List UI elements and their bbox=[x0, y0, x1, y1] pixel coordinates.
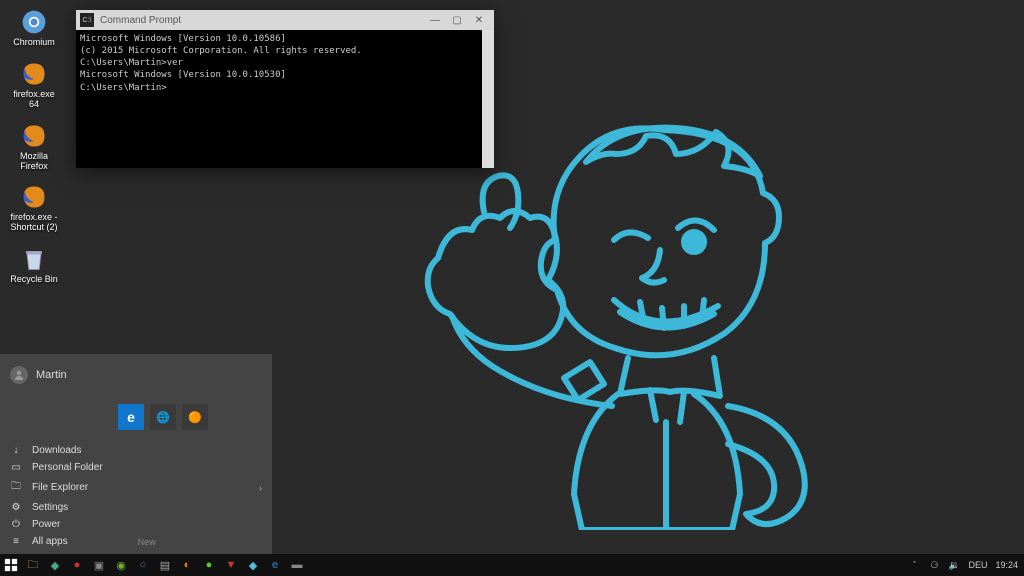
tile-globe[interactable]: 🌐 bbox=[150, 404, 176, 430]
start-button[interactable] bbox=[0, 554, 22, 576]
terminal-body[interactable]: Microsoft Windows [Version 10.0.10586] (… bbox=[76, 30, 494, 168]
app-icon: ◆ bbox=[249, 559, 257, 572]
taskbar-app-2[interactable]: ● bbox=[66, 554, 88, 576]
desktop-icon-label: firefox.exe - Shortcut (2) bbox=[8, 213, 60, 233]
desktop-icon-label: Recycle Bin bbox=[10, 275, 58, 285]
start-item-settings[interactable]: ⚙ Settings bbox=[0, 499, 272, 516]
start-item-label: Settings bbox=[32, 502, 68, 513]
start-item-label: Downloads bbox=[32, 445, 81, 456]
desktop-icon-chromium[interactable]: Chromium bbox=[6, 6, 62, 50]
app-icon: ○ bbox=[140, 559, 147, 571]
scrollbar-up-icon[interactable]: ▴ bbox=[482, 30, 494, 42]
desktop-icon-label: Mozilla Firefox bbox=[8, 152, 60, 172]
command-prompt-window[interactable]: C:\ Command Prompt — ▢ ✕ Microsoft Windo… bbox=[76, 10, 494, 168]
chevron-right-icon: › bbox=[259, 483, 262, 493]
app-icon: ▼ bbox=[226, 559, 237, 571]
tile-edge[interactable]: e bbox=[118, 404, 144, 430]
taskbar-explorer[interactable]: 🗀 bbox=[22, 554, 44, 576]
start-menu-tiles: e 🌐 🟠 bbox=[0, 396, 272, 430]
volume-icon[interactable]: 🔉 bbox=[948, 559, 960, 571]
app-icon: 🟠 bbox=[188, 411, 202, 424]
taskbar-app-7[interactable]: ◐ bbox=[176, 554, 198, 576]
taskbar-app-3[interactable]: ▣ bbox=[88, 554, 110, 576]
windows-icon bbox=[4, 558, 18, 572]
window-title: Command Prompt bbox=[100, 15, 424, 26]
cmd-icon: ▬ bbox=[292, 559, 303, 571]
firefox-icon bbox=[20, 183, 48, 211]
chevron-up-icon[interactable]: ˆ bbox=[908, 559, 920, 571]
desktop-icon-label: firefox.exe 64 bbox=[8, 90, 60, 110]
start-item-power[interactable]: ⏻ Power bbox=[0, 516, 272, 533]
desktop-icon-firefox64[interactable]: firefox.exe 64 bbox=[6, 58, 62, 112]
user-avatar-icon bbox=[10, 366, 28, 384]
taskbar-app-4[interactable]: ◉ bbox=[110, 554, 132, 576]
tray-language[interactable]: DEU bbox=[968, 560, 987, 570]
app-icon: ● bbox=[206, 559, 213, 571]
start-item-label: Power bbox=[32, 519, 60, 530]
tile-app[interactable]: 🟠 bbox=[182, 404, 208, 430]
taskbar: 🗀 ◆ ● ▣ ◉ ○ ▤ ◐ ● ▼ ◆ e ▬ ˆ ⚆ 🔉 DEU 19:2… bbox=[0, 554, 1024, 576]
app-icon: ◉ bbox=[116, 559, 126, 572]
taskbar-app-9[interactable]: ▼ bbox=[220, 554, 242, 576]
desktop-icons-area: Chromium firefox.exe 64 Mozilla Firefox … bbox=[6, 6, 62, 287]
desktop-icon-label: Chromium bbox=[13, 38, 55, 48]
folder-icon: 🗀 bbox=[28, 556, 39, 575]
taskbar-app-1[interactable]: ◆ bbox=[44, 554, 66, 576]
taskbar-app-11[interactable]: e bbox=[264, 554, 286, 576]
tray-clock[interactable]: 19:24 bbox=[995, 560, 1018, 570]
desktop-icon-recycle-bin[interactable]: Recycle Bin bbox=[6, 243, 62, 287]
start-item-label: All apps bbox=[32, 536, 68, 547]
start-item-label: File Explorer bbox=[32, 482, 88, 493]
start-item-file-explorer[interactable]: 🗀 File Explorer › bbox=[0, 476, 272, 499]
terminal-line: C:\Users\Martin> bbox=[80, 82, 478, 94]
app-icon: ▣ bbox=[94, 559, 104, 572]
app-icon: ● bbox=[74, 559, 81, 571]
cmd-icon: C:\ bbox=[80, 13, 94, 27]
start-menu: Martin e 🌐 🟠 ↓ Downloads ▭ Personal Fold… bbox=[0, 354, 272, 554]
terminal-line: Microsoft Windows [Version 10.0.10530] bbox=[80, 69, 478, 81]
terminal-line: C:\Users\Martin>ver bbox=[80, 57, 478, 69]
app-icon: e bbox=[272, 559, 278, 571]
gear-icon: ⚙ bbox=[10, 502, 22, 513]
hamburger-icon: ≡ bbox=[10, 536, 22, 547]
start-menu-user[interactable]: Martin bbox=[0, 354, 272, 396]
desktop-icon-firefox-shortcut[interactable]: firefox.exe - Shortcut (2) bbox=[6, 181, 62, 235]
app-icon: ▤ bbox=[160, 559, 170, 572]
start-item-label: Personal Folder bbox=[32, 462, 103, 473]
taskbar-app-8[interactable]: ● bbox=[198, 554, 220, 576]
taskbar-cmd[interactable]: ▬ bbox=[286, 554, 308, 576]
globe-icon: 🌐 bbox=[156, 411, 170, 424]
explorer-icon: 🗀 bbox=[10, 479, 22, 496]
start-item-downloads[interactable]: ↓ Downloads bbox=[0, 442, 272, 459]
chromium-icon bbox=[20, 8, 48, 36]
minimize-button[interactable]: — bbox=[424, 12, 446, 28]
firefox-icon bbox=[20, 60, 48, 88]
system-tray: ˆ ⚆ 🔉 DEU 19:24 bbox=[908, 559, 1024, 571]
folder-icon: ▭ bbox=[10, 462, 22, 473]
scrollbar-down-icon[interactable]: ▾ bbox=[482, 156, 494, 168]
power-icon: ⏻ bbox=[10, 519, 22, 530]
start-item-all-apps[interactable]: ≡ All apps New bbox=[0, 533, 272, 550]
taskbar-app-10[interactable]: ◆ bbox=[242, 554, 264, 576]
maximize-button[interactable]: ▢ bbox=[446, 12, 468, 28]
app-icon: ◆ bbox=[51, 559, 59, 572]
firefox-icon bbox=[20, 122, 48, 150]
new-badge: New bbox=[138, 537, 156, 547]
start-item-personal-folder[interactable]: ▭ Personal Folder bbox=[0, 459, 272, 476]
taskbar-app-6[interactable]: ▤ bbox=[154, 554, 176, 576]
start-menu-list: ↓ Downloads ▭ Personal Folder 🗀 File Exp… bbox=[0, 442, 272, 554]
taskbar-left: 🗀 ◆ ● ▣ ◉ ○ ▤ ◐ ● ▼ ◆ e ▬ bbox=[0, 554, 308, 576]
window-titlebar[interactable]: C:\ Command Prompt — ▢ ✕ bbox=[76, 10, 494, 30]
network-icon[interactable]: ⚆ bbox=[928, 559, 940, 571]
terminal-line: (c) 2015 Microsoft Corporation. All righ… bbox=[80, 45, 478, 57]
download-icon: ↓ bbox=[10, 445, 22, 456]
start-menu-username: Martin bbox=[36, 369, 67, 381]
desktop-icon-firefox[interactable]: Mozilla Firefox bbox=[6, 120, 62, 174]
recycle-bin-icon bbox=[20, 245, 48, 273]
close-button[interactable]: ✕ bbox=[468, 12, 490, 28]
taskbar-app-5[interactable]: ○ bbox=[132, 554, 154, 576]
terminal-line: Microsoft Windows [Version 10.0.10586] bbox=[80, 33, 478, 45]
app-icon: ◐ bbox=[184, 559, 191, 571]
